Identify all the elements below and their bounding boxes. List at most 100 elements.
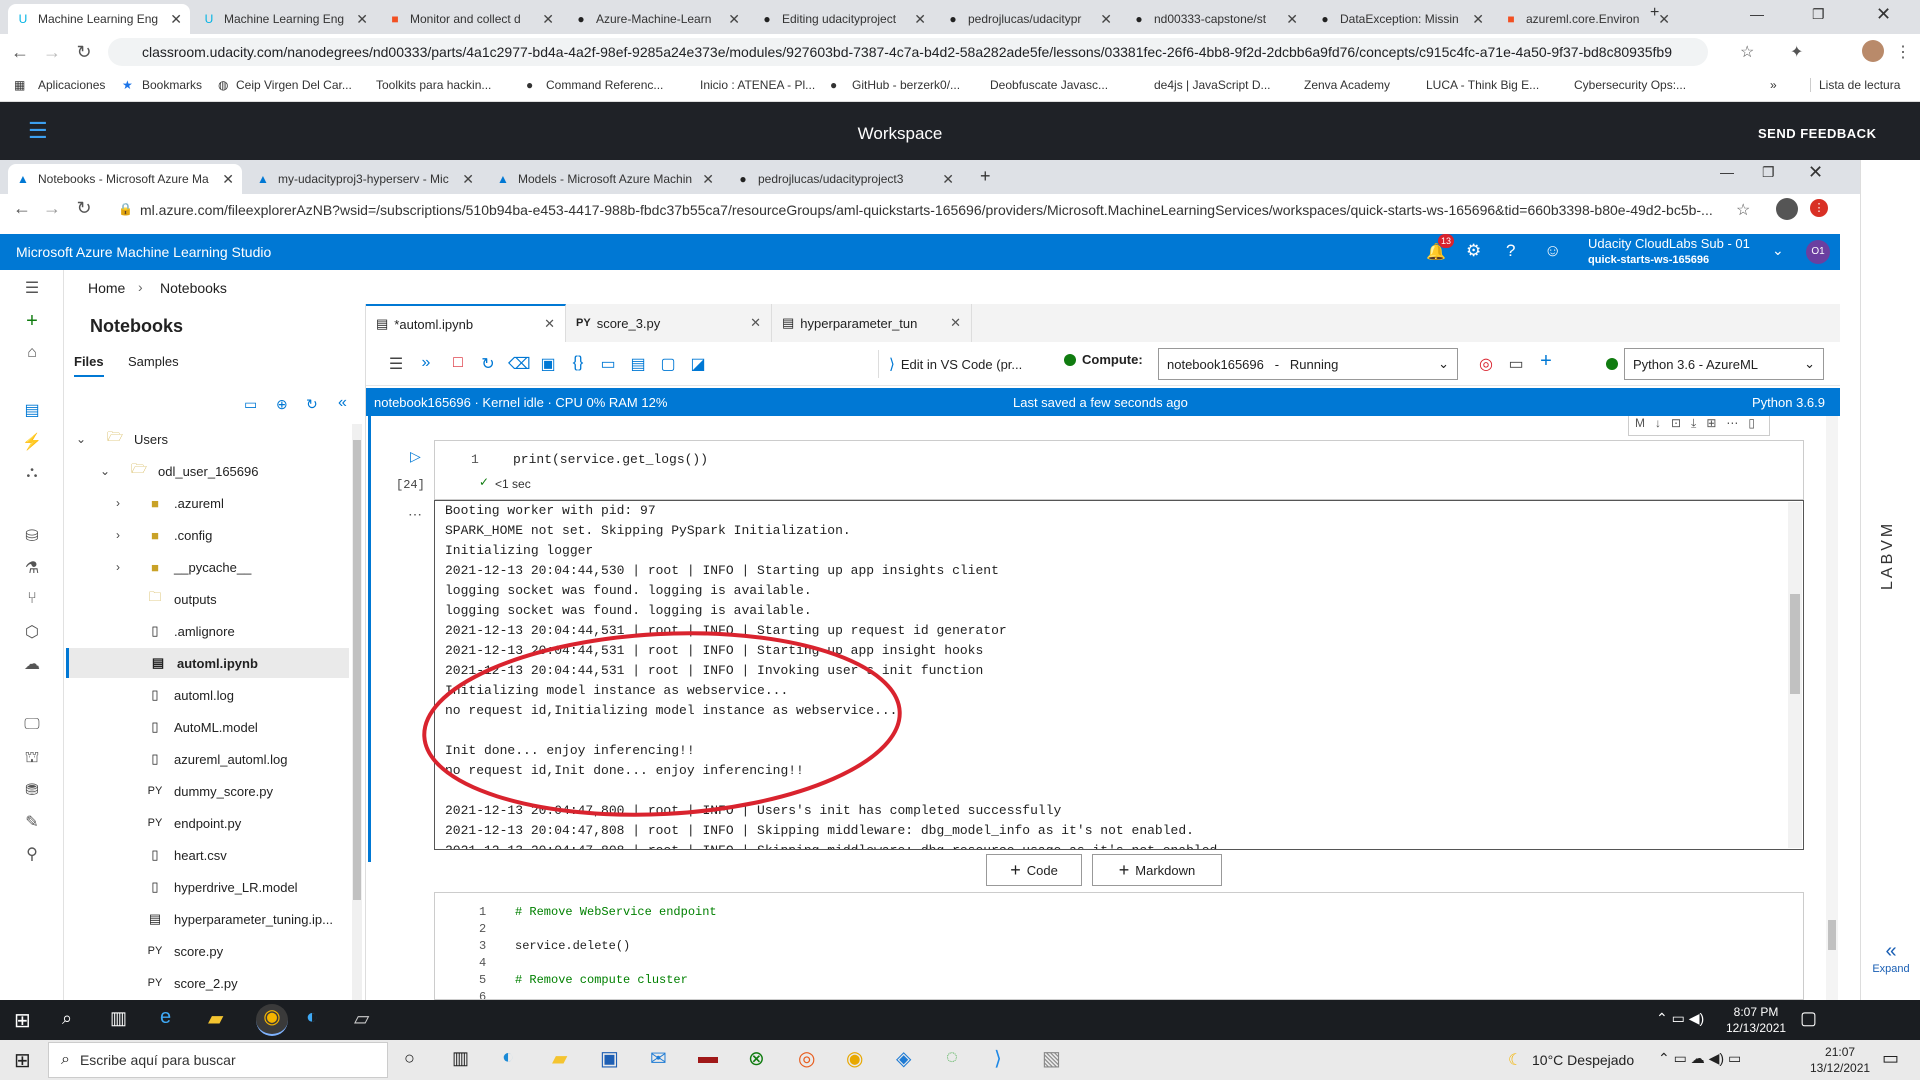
labeling-icon[interactable]: ✎ — [20, 812, 44, 832]
back-icon[interactable]: ← — [10, 198, 34, 219]
tab-automl-notebook[interactable]: ▤ *automl.ipynb ✕ — [366, 304, 566, 342]
chevron-right-icon[interactable]: › — [116, 528, 120, 542]
bookmark-item[interactable]: Deobfuscate Javasc... — [990, 78, 1108, 92]
bookmark-item[interactable]: Bookmarks — [142, 78, 202, 92]
variables-icon[interactable]: {} — [568, 354, 588, 372]
expand-button[interactable]: « Expand — [1871, 940, 1911, 975]
close-icon[interactable]: ✕ — [222, 171, 234, 188]
task-view-icon[interactable]: ▥ — [110, 1008, 127, 1029]
clear-icon[interactable]: ⌫ — [508, 354, 531, 374]
close-icon[interactable]: ✕ — [1100, 11, 1112, 28]
notebook-scrollbar-thumb[interactable] — [1828, 920, 1836, 950]
inner-minimize-button[interactable]: — — [1720, 164, 1734, 180]
close-icon[interactable]: ✕ — [950, 315, 961, 331]
close-icon[interactable]: ✕ — [750, 315, 761, 331]
more-bookmarks-icon[interactable]: » — [1770, 78, 1777, 92]
experiments-icon[interactable]: ⚗ — [20, 558, 44, 578]
close-icon[interactable]: ✕ — [1286, 11, 1298, 28]
inner-tab[interactable]: ▲ my-udacityproj3-hyperserv - Mic ✕ — [248, 164, 482, 194]
help-icon[interactable]: ? — [1506, 241, 1515, 261]
compute-icon[interactable]: 🖵 — [20, 716, 44, 736]
cortana-icon[interactable]: ○ — [404, 1048, 415, 1069]
menu-icon[interactable]: ☰ — [386, 354, 406, 374]
file-tree-item[interactable]: ⌄ 🗁 Users — [66, 424, 349, 454]
code-cell-2[interactable]: 1 # Remove WebService endpoint 2 3 service.d… — [434, 892, 1804, 1000]
update-icon[interactable]: ⋮ — [1810, 199, 1828, 217]
chrome-icon[interactable]: ◉ — [846, 1046, 863, 1071]
windows-start-icon[interactable]: ⊞ — [14, 1008, 31, 1033]
file-tree-item[interactable]: ▯ automl.log — [66, 680, 349, 710]
profile-avatar[interactable] — [1776, 198, 1798, 220]
chevron-down-icon[interactable]: ⌄ — [100, 464, 110, 478]
models-icon[interactable]: ⬡ — [20, 622, 44, 642]
chevron-right-icon[interactable]: › — [116, 496, 120, 510]
bookmark-item[interactable]: Inicio : ATENEA - Pl... — [700, 78, 815, 92]
app-icon[interactable]: ▬ — [698, 1046, 718, 1069]
tab-samples[interactable]: Samples — [128, 354, 179, 369]
close-icon[interactable]: ✕ — [542, 11, 554, 28]
bookmark-item[interactable]: Command Referenc... — [546, 78, 663, 92]
terminal-icon[interactable]: ▭ — [598, 354, 618, 374]
close-icon[interactable]: ✕ — [702, 171, 714, 188]
outer-tab[interactable]: ● DataException: Missin ✕ — [1310, 4, 1492, 34]
inner-restore-button[interactable]: ❐ — [1762, 164, 1775, 181]
stop-compute-icon[interactable]: ◎ — [1476, 354, 1496, 374]
menu-icon[interactable]: ☰ — [20, 278, 44, 298]
output-scrollbar-thumb[interactable] — [1790, 594, 1800, 694]
outer-tab[interactable]: ● Azure-Machine-Learn ✕ — [566, 4, 748, 34]
file-tree-item[interactable]: › ■ .azureml — [66, 488, 349, 518]
file-tree-item[interactable]: PY score.py — [66, 936, 349, 966]
compute-terminal-icon[interactable]: ▭ — [1506, 354, 1526, 374]
windows-start-icon[interactable]: ⊞ — [14, 1048, 31, 1073]
chevron-right-icon[interactable]: › — [116, 560, 120, 574]
output-scrollbar[interactable] — [1788, 502, 1802, 848]
code-cell-1[interactable]: 1 print(service.get_logs()) ✓ <1 sec — [434, 440, 1804, 500]
close-icon[interactable]: ✕ — [544, 316, 555, 332]
add-markdown-cell-button[interactable]: + Markdown — [1092, 854, 1222, 886]
output-menu-icon[interactable]: ⋯ — [408, 506, 422, 523]
breadcrumb-home[interactable]: Home — [88, 280, 125, 296]
file-tree-item[interactable]: PY dummy_score.py — [66, 776, 349, 806]
menu-dots-icon[interactable]: ⋮ — [1895, 42, 1911, 62]
tab-score3[interactable]: PY score_3.py ✕ — [566, 304, 772, 342]
close-icon[interactable]: ✕ — [942, 171, 954, 188]
back-icon[interactable]: ← — [8, 42, 32, 63]
reading-list[interactable]: Lista de lectura — [1810, 78, 1900, 92]
outline-icon[interactable]: ▤ — [628, 354, 648, 374]
chrome-icon[interactable]: ◉ — [256, 1004, 288, 1036]
app-icon[interactable]: ◎ — [798, 1046, 815, 1071]
add-compute-icon[interactable]: + — [1536, 350, 1556, 373]
outer-tab[interactable]: U Machine Learning Eng ✕ — [8, 4, 190, 34]
refresh-icon[interactable]: ↻ — [306, 396, 318, 413]
gear-icon[interactable]: ⚙ — [1466, 241, 1481, 261]
tree-scrollbar[interactable] — [352, 424, 362, 1000]
app-icon[interactable]: ◌ — [946, 1046, 958, 1069]
tree-scrollbar-thumb[interactable] — [353, 440, 361, 900]
search-icon[interactable]: ⌕ — [62, 1008, 72, 1029]
comment-icon[interactable]: ▢ — [658, 354, 678, 374]
tab-hyperparameter[interactable]: ▤ hyperparameter_tun ✕ — [772, 304, 972, 342]
notification-center-icon[interactable]: ▢ — [1800, 1008, 1817, 1029]
endpoints-icon[interactable]: ☁ — [20, 654, 44, 674]
app-icon[interactable]: ▧ — [1042, 1046, 1061, 1071]
kernel-select[interactable]: Python 3.6 - AzureML ⌄ — [1624, 348, 1824, 380]
outer-tab[interactable]: U Machine Learning Eng ✕ — [194, 4, 376, 34]
restart-icon[interactable]: ↻ — [478, 354, 498, 374]
vscode-icon[interactable]: ⟩ — [994, 1046, 1002, 1071]
notebook-scrollbar[interactable] — [1826, 416, 1838, 1000]
save-icon[interactable]: ▣ — [538, 354, 558, 374]
edge-icon[interactable]: ◐ — [306, 1006, 318, 1029]
forward-icon[interactable]: → — [40, 198, 64, 219]
datasets-icon[interactable]: ⛁ — [20, 526, 44, 546]
designer-icon[interactable]: ⛬ — [20, 464, 44, 484]
close-icon[interactable]: ✕ — [914, 11, 926, 28]
home-icon[interactable]: ⌂ — [20, 344, 44, 364]
bookmark-item[interactable]: Ceip Virgen Del Car... — [236, 78, 352, 92]
file-tree-item[interactable]: 🗀 outputs — [66, 584, 349, 614]
extensions-icon[interactable]: ✦ — [1790, 42, 1803, 62]
inner-close-button[interactable]: ✕ — [1808, 162, 1823, 183]
file-tree-item[interactable]: ▯ azureml_automl.log — [66, 744, 349, 774]
reload-icon[interactable]: ↻ — [72, 198, 96, 219]
edit-in-vscode-button[interactable]: ⟩ Edit in VS Code (pr... — [878, 350, 1022, 378]
star-icon[interactable]: ☆ — [1740, 42, 1754, 62]
